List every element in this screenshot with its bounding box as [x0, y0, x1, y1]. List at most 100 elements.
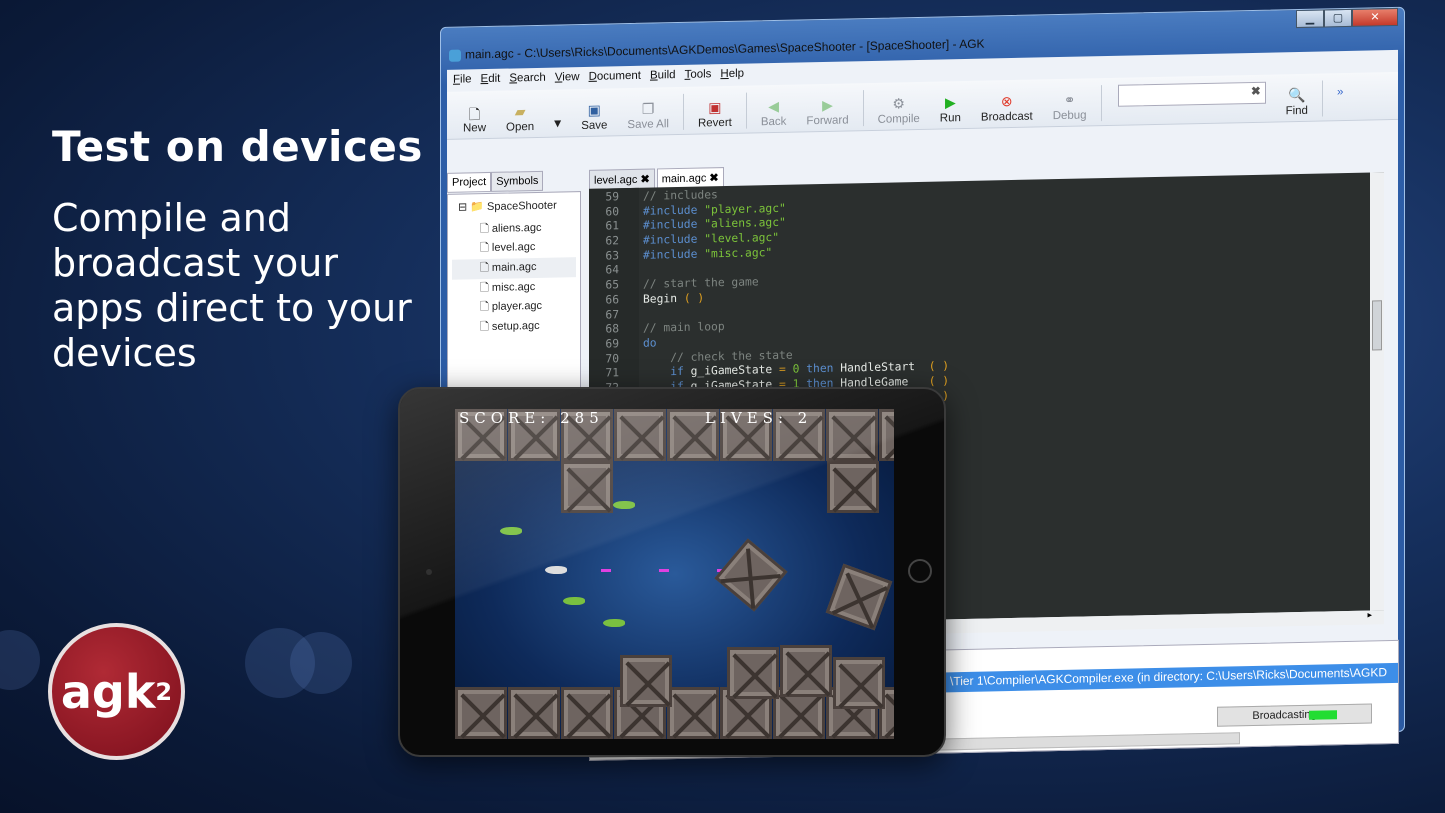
- line-number: 65: [605, 278, 619, 292]
- tree-file[interactable]: 🗋 player.agc: [452, 297, 576, 319]
- new-button[interactable]: 🗋 New: [463, 104, 486, 134]
- menu-tools[interactable]: Tools: [685, 68, 712, 83]
- crate: [620, 655, 672, 707]
- close-button[interactable]: ✕: [1352, 7, 1398, 27]
- line-number: 64: [605, 263, 619, 277]
- line-number: 59: [605, 190, 619, 204]
- code-token: Begin: [643, 291, 684, 306]
- menu-edit[interactable]: Edit: [481, 73, 501, 87]
- tree-file[interactable]: 🗋 main.agc: [452, 257, 576, 280]
- promo-headline: Test on devices: [52, 122, 423, 171]
- crate: [879, 409, 894, 461]
- laser: [659, 569, 669, 572]
- app-icon: [449, 49, 461, 62]
- code-token: then: [806, 361, 841, 376]
- open-dropdown[interactable]: ▾: [554, 114, 561, 132]
- close-icon[interactable]: ✖: [640, 174, 649, 186]
- clear-icon[interactable]: ✖: [1251, 84, 1261, 98]
- alien-ship: [603, 619, 625, 627]
- scroll-thumb[interactable]: [1372, 300, 1382, 351]
- revert-button[interactable]: ▣ Revert: [698, 99, 732, 129]
- bokeh: [0, 630, 40, 690]
- line-number: 71: [605, 366, 619, 380]
- code-token: #include: [643, 232, 705, 247]
- back-button[interactable]: ◀ Back: [761, 98, 787, 128]
- code-token: #include: [643, 217, 705, 233]
- tab-symbols[interactable]: Symbols: [491, 170, 544, 192]
- menu-search[interactable]: Search: [509, 72, 545, 87]
- code-token: ( ): [928, 374, 950, 388]
- close-icon[interactable]: ✖: [709, 172, 718, 184]
- bokeh: [290, 632, 352, 694]
- save-all-button[interactable]: ❐ Save All: [627, 100, 669, 132]
- gear-icon: ⚙: [892, 95, 905, 112]
- tree-file[interactable]: 🗋 setup.agc: [452, 316, 576, 338]
- code-token: HandleStart: [840, 360, 929, 375]
- chevron-down-icon: ▾: [554, 114, 562, 131]
- menu-file[interactable]: File: [453, 73, 472, 87]
- code-token: // main loop: [643, 320, 725, 335]
- tree-file[interactable]: 🗋 level.agc: [452, 238, 576, 260]
- crate: [508, 687, 560, 739]
- file-icon: 🗋: [480, 321, 492, 334]
- game-screen[interactable]: SCORE: 285 LIVES: 2: [455, 409, 894, 739]
- search-icon: 🔍: [1288, 86, 1306, 104]
- floating-crate: [825, 563, 893, 631]
- stop-icon: ⊗: [1000, 93, 1013, 110]
- file-icon: 🗋: [480, 222, 492, 235]
- code-token: g_iGameState: [690, 363, 780, 379]
- menu-document[interactable]: Document: [589, 70, 641, 85]
- code-token: // start the game: [643, 275, 759, 291]
- crate: [827, 461, 879, 513]
- menu-help[interactable]: Help: [720, 68, 744, 82]
- code-token: ( ): [928, 359, 950, 374]
- maximize-button[interactable]: ▢: [1324, 8, 1352, 28]
- line-number: 61: [605, 219, 619, 233]
- save-button[interactable]: ▣ Save: [581, 101, 607, 132]
- more-button[interactable]: »: [1337, 86, 1343, 98]
- home-button[interactable]: [908, 559, 932, 583]
- promo-subtext: Compile and broadcast your apps direct t…: [52, 196, 412, 375]
- find-input[interactable]: ✖: [1117, 81, 1266, 107]
- vertical-scrollbar[interactable]: [1370, 172, 1384, 611]
- window-title: main.agc - C:\Users\Ricks\Documents\AGKD…: [449, 37, 985, 62]
- arrow-right-icon: ▶: [822, 96, 833, 113]
- crate: [833, 657, 885, 709]
- file-name: aliens.agc: [491, 221, 542, 235]
- file-icon: 🗋: [480, 301, 492, 314]
- compile-button[interactable]: ⚙ Compile: [878, 95, 920, 126]
- new-file-icon: 🗋: [468, 106, 481, 123]
- tree-file[interactable]: 🗋 misc.agc: [452, 277, 576, 299]
- find-button[interactable]: 🔍 Find: [1286, 87, 1308, 117]
- divider: [682, 93, 684, 130]
- tree-file[interactable]: 🗋 aliens.agc: [452, 218, 576, 240]
- forward-button[interactable]: ▶ Forward: [806, 96, 848, 128]
- code-token: "level.agc": [704, 230, 780, 246]
- menu-view[interactable]: View: [555, 71, 580, 86]
- line-number: 68: [605, 322, 619, 336]
- revert-icon: ▣: [708, 99, 722, 116]
- broadcast-button[interactable]: ⊗ Broadcast: [981, 93, 1033, 124]
- code-token: "misc.agc": [704, 245, 773, 261]
- run-button[interactable]: ▶ Run: [940, 94, 961, 124]
- floating-crate: [714, 538, 788, 612]
- lives-label: LIVES: 2: [705, 409, 813, 427]
- open-button[interactable]: ▰ Open: [506, 103, 534, 133]
- crate: [780, 645, 832, 697]
- line-number: 70: [605, 351, 619, 366]
- alien-ship: [500, 527, 522, 535]
- crate: [727, 647, 779, 699]
- debug-button[interactable]: ⚭ Debug: [1053, 91, 1087, 122]
- file-name: misc.agc: [491, 280, 536, 294]
- menu-build[interactable]: Build: [650, 69, 676, 84]
- file-name: level.agc: [491, 241, 536, 255]
- debug-icon: ⚭: [1063, 91, 1076, 108]
- line-number: 67: [605, 307, 619, 322]
- code-token: if: [643, 365, 691, 379]
- tab-project[interactable]: Project: [447, 171, 492, 193]
- code-token: 0: [792, 362, 807, 376]
- play-icon: ▶: [944, 94, 956, 111]
- crate: [826, 409, 878, 461]
- tree-root[interactable]: ⊟ 📁 SpaceShooter: [452, 198, 576, 220]
- minimize-button[interactable]: ▁: [1296, 9, 1324, 29]
